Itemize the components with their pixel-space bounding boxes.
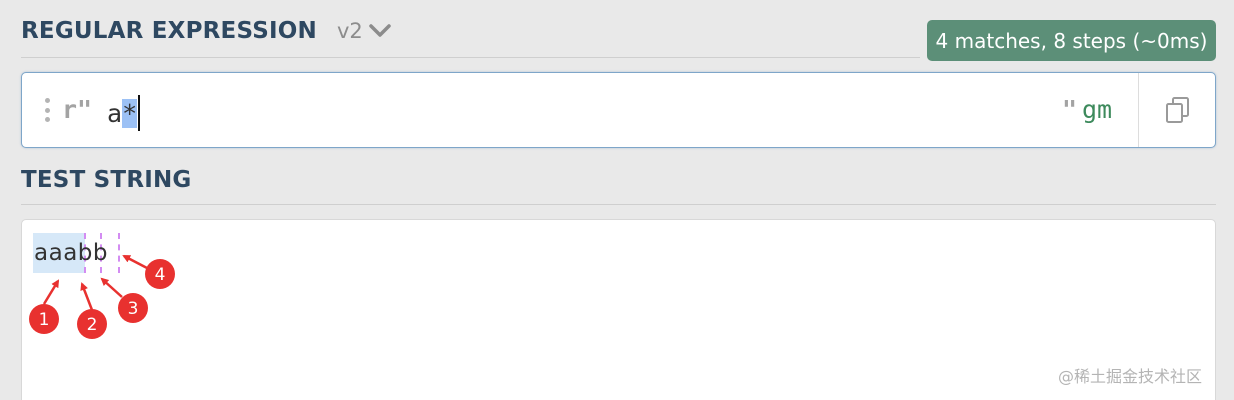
annotation-label: 4 [155, 265, 166, 285]
annotation-arrow [42, 279, 60, 305]
annotation-label: 3 [128, 299, 139, 319]
watermark: @稀土掘金技术社区 [1058, 367, 1203, 386]
annotation-label: 2 [87, 315, 98, 335]
annotation-arrow [80, 282, 94, 311]
annotation-label: 1 [39, 310, 50, 330]
annotation-arrow [122, 254, 148, 270]
annotation-overlay: 1 2 3 4 [29, 254, 175, 339]
annotation-arrow [100, 277, 123, 298]
